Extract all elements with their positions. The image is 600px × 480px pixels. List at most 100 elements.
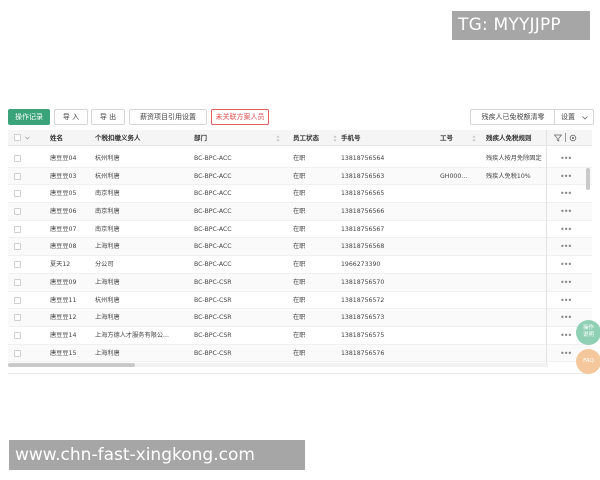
cell-phone: 13818756576 [341,349,385,357]
table-body: 唐豆豆04 杭州利唐 BC-BPC-ACC 在职 13818756564 残疾人按月免除固… [8,150,592,363]
disabled-exemption-clear-button[interactable]: 残疾人已免税额清零 [470,109,556,125]
select-all-checkbox[interactable] [14,134,21,141]
row-checkbox[interactable] [14,155,21,162]
cell-name: 唐豆豆12 [50,314,77,322]
filter-icon[interactable] [554,134,562,142]
chevron-down-icon[interactable] [25,136,30,140]
table-row[interactable]: 唐豆豆05 南京利唐 BC-BPC-ACC 在职 13818756565 ••• [8,185,592,204]
row-more-icon[interactable]: ••• [560,168,571,185]
cell-phone: 13818756567 [341,225,385,233]
row-checkbox[interactable] [14,278,21,286]
cell-phone: 13818756564 [341,155,385,162]
cell-phone: 13818756566 [341,208,385,216]
cell-agent: 上海利唐 [95,243,120,251]
export-button[interactable]: 导 出 [91,109,125,125]
cell-name: 唐豆豆09 [50,278,77,286]
faq-button[interactable]: FAQ [576,349,600,374]
header-divider [565,133,566,142]
cell-agent: 南京利唐 [95,190,120,198]
settings-dropdown[interactable]: 设置 [554,109,594,125]
row-checkbox[interactable] [14,225,21,233]
cell-phone: 13818756570 [341,278,385,286]
cell-phone: 13818756563 [341,172,385,180]
import-button[interactable]: 导 入 [54,109,88,125]
table-row[interactable]: 唐豆豆12 上海利唐 BC-BPC-CSR 在职 13818756573 ••• [8,309,592,327]
col-rule: 残疾人免税规则 [486,134,532,142]
operation-log-button[interactable]: 操作记录 [8,109,50,125]
gear-icon[interactable] [569,134,577,142]
table-row[interactable]: 唐豆豆11 杭州利唐 BC-BPC-CSR 在职 13818756572 ••• [8,291,592,310]
row-checkbox[interactable] [14,261,21,269]
row-more-icon[interactable]: ••• [560,150,571,167]
chevron-down-icon [582,116,588,120]
table-row[interactable]: 唐豆豆03 杭州利唐 BC-BPC-ACC 在职 13818756563 GH000...… [8,167,592,186]
row-more-icon[interactable]: ••• [560,221,571,238]
cell-status: 在职 [293,296,306,304]
unrelated-staff-button[interactable]: 未关联方案人员 [211,109,269,125]
cell-status: 在职 [293,261,306,269]
cell-agent: 杭州利唐 [95,296,120,304]
table-row[interactable]: 唐豆豆08 上海利唐 BC-BPC-ACC 在职 13818756568 ••• [8,238,592,257]
cell-jobno: GH000... [440,172,468,180]
row-more-icon[interactable]: ••• [560,327,571,344]
row-more-icon[interactable]: ••• [560,203,571,220]
row-more-icon[interactable]: ••• [560,185,571,202]
row-more-icon[interactable]: ••• [560,345,571,362]
row-more-icon[interactable]: ••• [560,238,571,255]
cell-status: 在职 [293,331,306,339]
salary-ref-settings-button[interactable]: 薪资项目引用设置 [129,109,207,125]
cell-agent: 杭州利唐 [95,155,120,162]
cell-rule: 残疾人按月免除固定 [486,155,542,162]
cell-dept: BC-BPC-ACC [194,172,232,180]
table-row[interactable]: 唐豆豆07 南京利唐 BC-BPC-ACC 在职 13818756567 ••• [8,220,592,239]
sort-icon[interactable] [333,135,337,142]
horizontal-scrollbar[interactable] [8,363,135,367]
row-checkbox[interactable] [14,243,21,251]
cell-name: 唐豆豆03 [50,172,77,180]
row-more-icon[interactable]: ••• [560,274,571,291]
table-row[interactable]: 唐豆豆04 杭州利唐 BC-BPC-ACC 在职 13818756564 残疾人按月免除固… [8,150,592,168]
cell-name: 唐豆豆11 [50,296,77,304]
table-row[interactable]: 唐豆豆14 上海方德人才服务有限公... BC-BPC-CSR 在职 138187565… [8,326,592,345]
row-checkbox[interactable] [14,296,21,304]
row-checkbox[interactable] [14,314,21,322]
cell-dept: BC-BPC-ACC [194,261,232,269]
row-more-icon[interactable]: ••• [560,256,571,273]
cell-name: 唐豆豆04 [50,155,77,162]
row-checkbox[interactable] [14,349,21,357]
table-row[interactable]: 唐豆豆09 上海利唐 BC-BPC-CSR 在职 13818756570 ••• [8,273,592,292]
cell-status: 在职 [293,243,306,251]
table-row[interactable]: 唐豆豆06 南京利唐 BC-BPC-ACC 在职 13818756566 ••• [8,203,592,221]
cell-dept: BC-BPC-CSR [194,314,232,322]
cell-name: 唐豆豆08 [50,243,77,251]
cell-status: 在职 [293,155,306,162]
cell-name: 唐豆豆05 [50,190,77,198]
row-checkbox[interactable] [14,190,21,198]
cell-status: 在职 [293,278,306,286]
cell-agent: 上海利唐 [95,278,120,286]
cell-dept: BC-BPC-CSR [194,296,232,304]
cell-status: 在职 [293,208,306,216]
operation-help-label: 操作 说明 [582,325,594,338]
cell-status: 在职 [293,349,306,357]
vertical-scrollbar[interactable] [586,168,590,190]
table-row[interactable]: 唐豆豆15 上海利唐 BC-BPC-CSR 在职 13818756576 ••• [8,344,592,363]
cell-rule: 残疾人免税10% [486,172,531,180]
row-checkbox[interactable] [14,208,21,216]
cell-agent: 上海利唐 [95,314,120,322]
cell-phone: 13818756575 [341,331,385,339]
row-checkbox[interactable] [14,172,21,180]
row-more-icon[interactable]: ••• [560,292,571,309]
cell-name: 唐豆豆06 [50,208,77,216]
row-more-icon[interactable]: ••• [560,309,571,326]
col-jobno: 工号 [440,134,453,142]
cell-dept: BC-BPC-ACC [194,243,232,251]
sort-icon[interactable] [276,135,280,142]
row-checkbox[interactable] [14,331,21,339]
sort-icon[interactable] [472,135,476,142]
cell-name: 唐豆豆15 [50,349,77,357]
cell-dept: BC-BPC-ACC [194,190,232,198]
table-row[interactable]: 夏天12 分公司 BC-BPC-ACC 在职 1966273390 ••• [8,256,592,274]
cell-name: 唐豆豆07 [50,225,77,233]
operation-help-button[interactable]: 操作 说明 [576,320,600,345]
